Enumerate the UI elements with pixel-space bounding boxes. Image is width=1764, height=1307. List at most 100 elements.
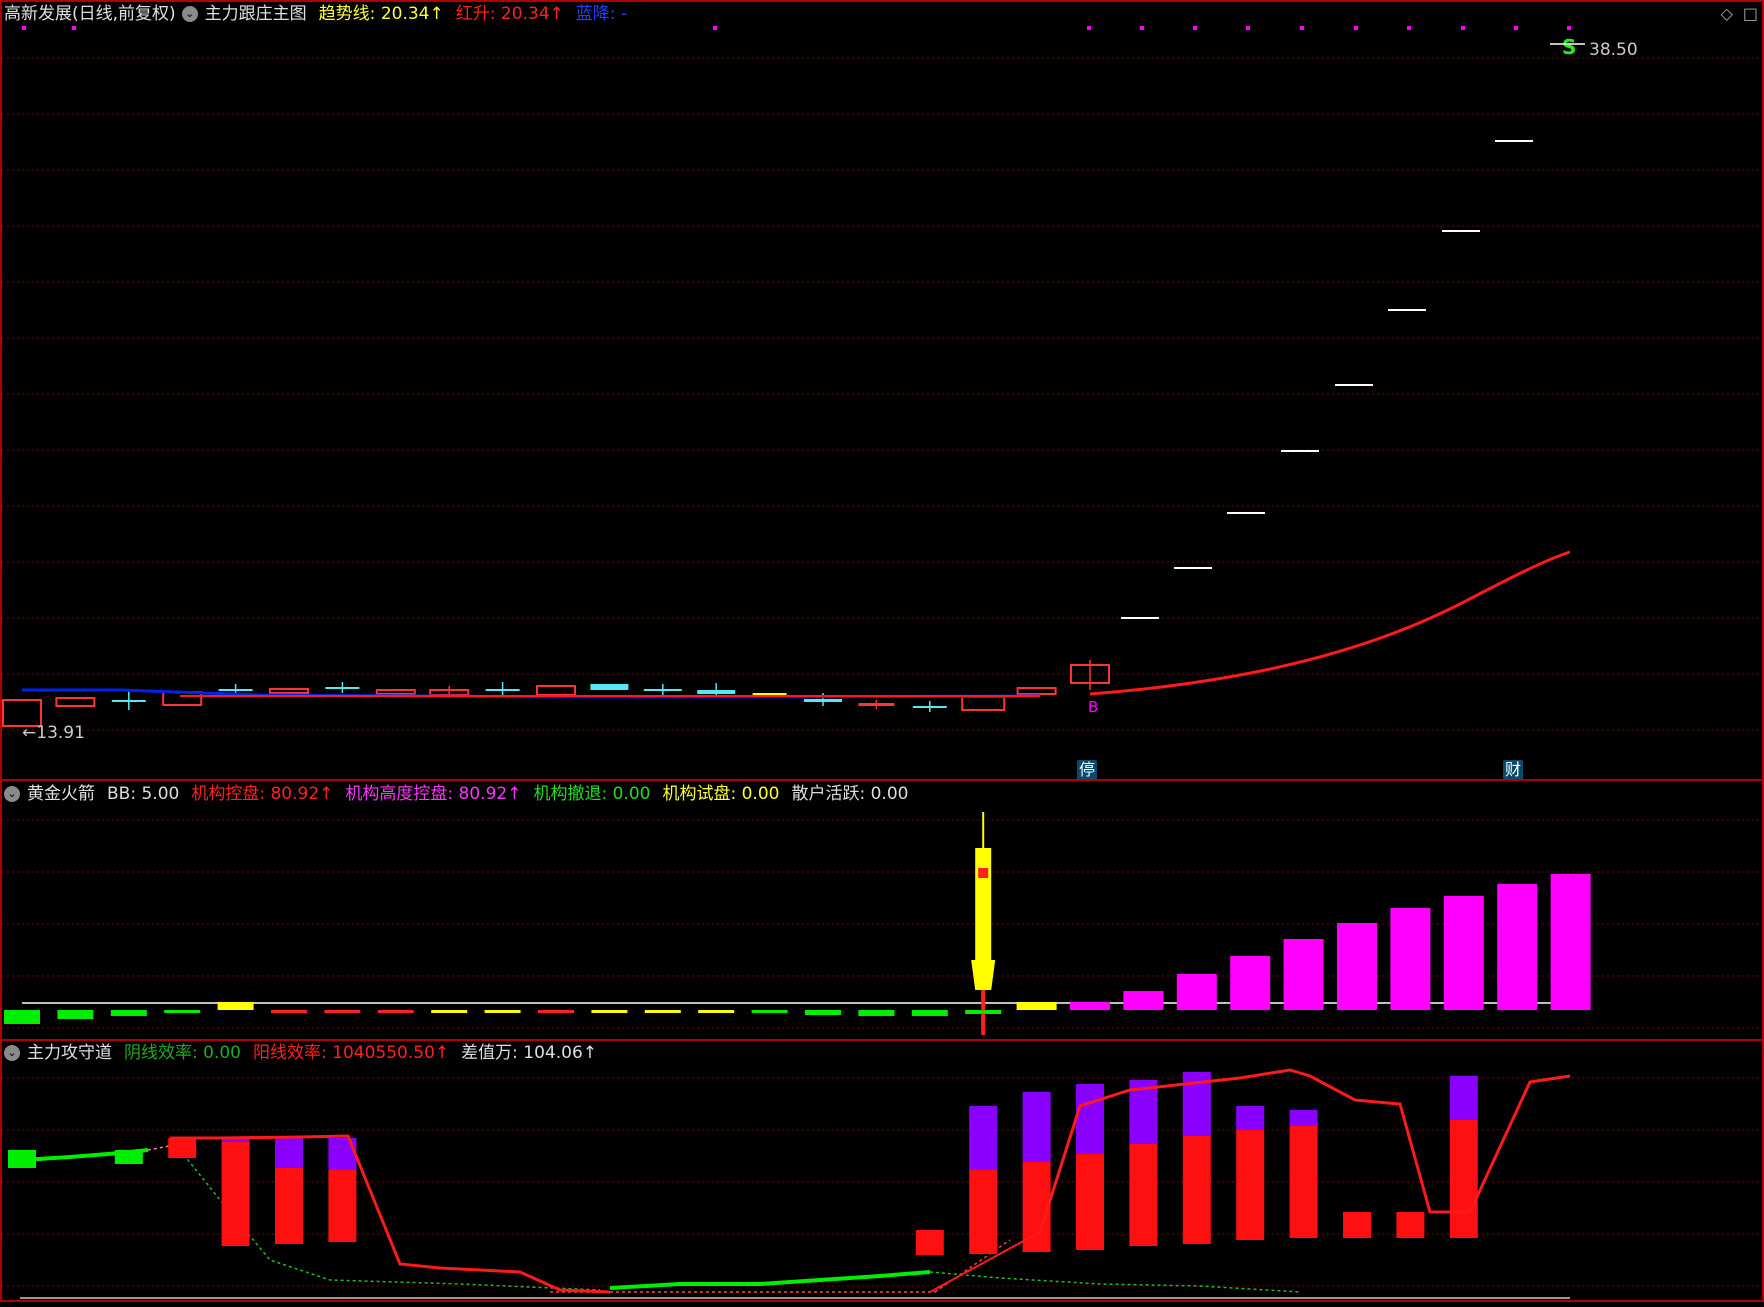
red-bar — [168, 1138, 197, 1158]
red-bar — [1343, 1212, 1371, 1238]
panel-tool-icons: ◇ □ — [1721, 4, 1758, 23]
signal-dot — [22, 26, 26, 30]
candle-body — [536, 685, 576, 696]
candle-body — [55, 697, 96, 707]
indicator-dropdown-icon[interactable]: ⌄ — [4, 1045, 20, 1061]
rocket-bar — [644, 1010, 681, 1013]
rocket-bar — [591, 1010, 628, 1013]
rocket-bar — [164, 1010, 201, 1013]
legend-arrow: ↑ — [507, 784, 522, 804]
signal-dot — [1354, 26, 1358, 30]
limit-up-badge[interactable]: 停 — [1077, 760, 1097, 780]
candle-body — [643, 689, 682, 691]
rocket-bar — [1176, 974, 1217, 1010]
diamond-icon[interactable]: ◇ — [1721, 4, 1733, 23]
legend-label: 阴线效率: — [124, 1043, 204, 1063]
legend-item: 机构试盘: 0.00 — [662, 784, 779, 804]
rocket-bar — [1016, 1002, 1057, 1010]
legend-value: 0.00 — [870, 784, 909, 804]
stock-title[interactable]: 高新发展(日线,前复权) — [4, 2, 176, 26]
rocket-bar — [858, 1010, 895, 1016]
legend-item: 阳线效率: 1040550.50↑ — [253, 1043, 449, 1063]
red-bar — [221, 1142, 250, 1246]
red-bar — [275, 1168, 303, 1244]
candle-body — [590, 684, 629, 690]
legend-value: 20.34 — [380, 4, 430, 24]
low-arrow: ← — [22, 723, 37, 743]
rocket-bar — [1497, 884, 1538, 1010]
green-dotted-line — [929, 1271, 1301, 1293]
red-bar — [1289, 1126, 1318, 1238]
rocket-bar — [1443, 896, 1484, 1010]
rocket-bar — [217, 1002, 254, 1010]
purple-bar — [275, 1138, 303, 1168]
main-indicator-name[interactable]: 主力跟庄主图 — [205, 2, 307, 26]
legend-label: 蓝降: — [575, 4, 621, 24]
signal-dot — [1461, 26, 1465, 30]
rocket-bar — [1337, 923, 1377, 1010]
signal-dot — [1514, 26, 1518, 30]
legend-item: 机构高度控盘: 80.92↑ — [345, 784, 521, 804]
red-bar — [1236, 1130, 1265, 1240]
legend-item: 机构控盘: 80.92↑ — [191, 784, 333, 804]
chart-stage[interactable]: SB 高新发展(日线,前复权) ⌄ 主力跟庄主图 趋势线: 20.34↑ 红升: … — [0, 0, 1764, 1303]
stock-chart-canvas[interactable]: SB — [0, 0, 1764, 1303]
legend-label: 机构撤退: — [533, 784, 613, 804]
candle-body — [485, 689, 520, 691]
rocket-bar — [751, 1010, 788, 1013]
candle-body — [1016, 687, 1057, 695]
red-bar — [915, 1230, 944, 1255]
signal-dot — [1246, 26, 1250, 30]
sub2-legend: 阴线效率: 0.00 阳线效率: 1040550.50↑ 差值万: 104.06↑ — [124, 1041, 609, 1065]
rocket-bar — [805, 1010, 841, 1015]
signal-dot — [1407, 26, 1411, 30]
legend-item: 差值万: 104.06↑ — [461, 1043, 597, 1063]
indicator-dropdown-icon[interactable]: ⌄ — [4, 786, 20, 802]
candle-body — [325, 687, 360, 689]
sub2-indicator-name[interactable]: 主力攻守道 — [27, 1041, 112, 1065]
indicator-dropdown-icon[interactable]: ⌄ — [181, 6, 198, 22]
low-price-label: ←13.91 — [22, 723, 85, 743]
rocket-bar — [57, 1010, 94, 1019]
legend-label: 红升: — [455, 4, 501, 24]
rocket-bar — [1070, 1002, 1110, 1010]
signal-dot — [72, 26, 76, 30]
red-bar — [1449, 1120, 1478, 1238]
candle-body — [961, 696, 1006, 711]
rocket-bar — [538, 1010, 574, 1013]
rocket-bar — [431, 1010, 468, 1013]
legend-value: - — [620, 4, 628, 24]
rocket-bar — [271, 1010, 307, 1013]
legend-value: 104.06 — [523, 1043, 583, 1063]
legend-value: 5.00 — [141, 784, 180, 804]
high-price-label: 38.50 — [1589, 40, 1638, 60]
rocket-bar — [698, 1010, 735, 1013]
legend-value: 0.00 — [612, 784, 651, 804]
low-price-value: 13.91 — [36, 723, 85, 743]
finance-badge[interactable]: 财 — [1503, 760, 1523, 780]
sub-panel-2-header: ⌄ 主力攻守道 阴线效率: 0.00 阳线效率: 1040550.50↑ 差值万: … — [4, 1041, 609, 1065]
trend-red-curve — [1089, 550, 1571, 696]
signal-dot — [1193, 26, 1197, 30]
sell-marker: S — [1562, 35, 1576, 59]
signal-dot — [1140, 26, 1144, 30]
rocket-bar — [1283, 939, 1324, 1010]
legend-item: 机构撤退: 0.00 — [533, 784, 650, 804]
sub1-indicator-name[interactable]: 黄金火箭 — [27, 782, 95, 806]
rocket-bar — [324, 1010, 361, 1013]
red-bar — [1396, 1212, 1425, 1238]
red-bar — [1182, 1136, 1211, 1244]
rocket-bar — [1230, 956, 1271, 1010]
rocket-bar — [4, 1010, 40, 1024]
legend-label: 散户活跃: — [791, 784, 871, 804]
rocket-bar — [1390, 908, 1431, 1010]
signal-dot — [1567, 26, 1571, 30]
legend-value: 20.34 — [500, 4, 550, 24]
legend-label: 机构试盘: — [662, 784, 742, 804]
purple-bar — [1236, 1106, 1265, 1130]
legend-label: 阳线效率: — [253, 1043, 333, 1063]
signal-dot — [713, 26, 717, 30]
candle-body — [858, 703, 895, 706]
square-icon[interactable]: □ — [1743, 4, 1758, 23]
rocket-body — [975, 848, 992, 960]
